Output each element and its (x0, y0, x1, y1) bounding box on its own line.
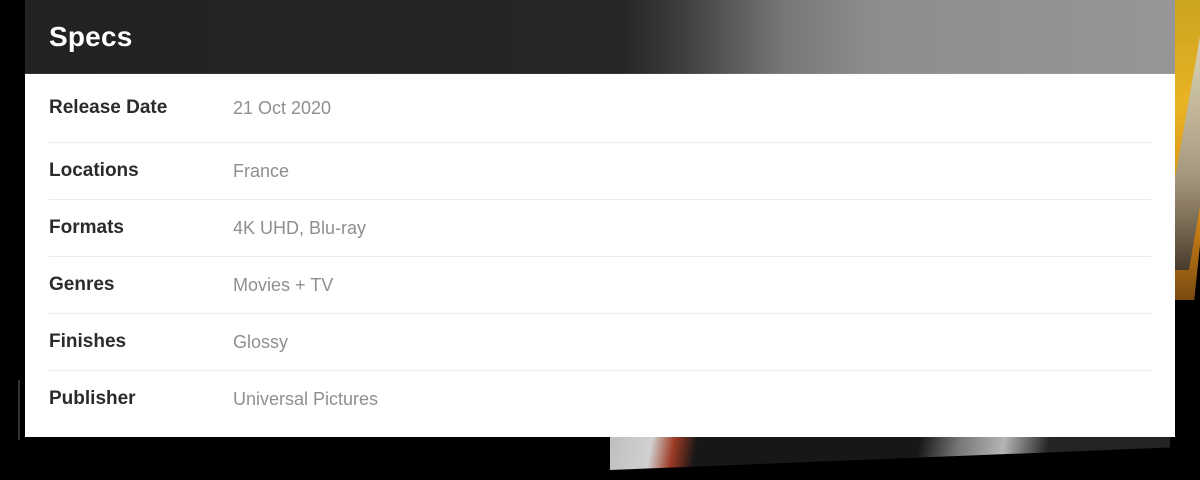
spec-label: Formats (49, 217, 124, 238)
poster-art-edge-line (18, 380, 20, 440)
spec-value: France (233, 160, 290, 181)
specs-list: Release Date 21 Oct 2020 Locations Franc… (25, 74, 1175, 427)
specs-header: Specs (25, 0, 1175, 74)
spec-value: 4K UHD, Blu-ray (233, 217, 367, 238)
specs-title: Specs (49, 21, 133, 52)
spec-row-release-date: Release Date 21 Oct 2020 (49, 74, 1151, 143)
spec-label: Publisher (49, 388, 136, 409)
spec-row-publisher: Publisher Universal Pictures (49, 371, 1151, 427)
spec-row-finishes: Finishes Glossy (49, 314, 1151, 371)
spec-label: Genres (49, 274, 115, 295)
spec-label: Locations (49, 160, 139, 181)
spec-row-genres: Genres Movies + TV (49, 257, 1151, 314)
spec-value: Glossy (233, 331, 289, 352)
spec-label: Finishes (49, 331, 127, 352)
spec-row-formats: Formats 4K UHD, Blu-ray (49, 200, 1151, 257)
spec-value: Movies + TV (233, 274, 334, 295)
spec-value: Universal Pictures (233, 388, 379, 409)
spec-row-locations: Locations France (49, 143, 1151, 200)
spec-label: Release Date (49, 97, 168, 118)
specs-panel: Specs Release Date 21 Oct 2020 Locations… (25, 0, 1175, 437)
spec-value: 21 Oct 2020 (233, 97, 332, 118)
